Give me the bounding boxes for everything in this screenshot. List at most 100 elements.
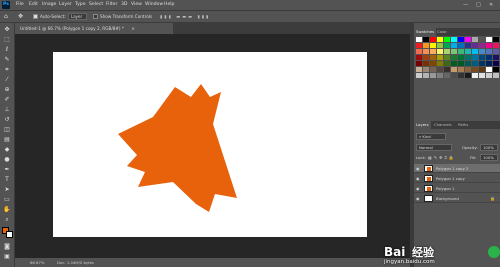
color-swatch[interactable] bbox=[458, 37, 464, 42]
document-tab[interactable]: Untitled-1 @ 66.7% (Polygon 1 copy 2, RG… bbox=[15, 23, 173, 34]
lasso-icon[interactable]: ℓ bbox=[3, 46, 11, 54]
color-swatch[interactable] bbox=[472, 49, 478, 54]
color-swatch[interactable] bbox=[458, 49, 464, 54]
tab-channels[interactable]: Channels bbox=[432, 121, 454, 129]
layer-row[interactable]: ◉ Polygon 1 bbox=[414, 184, 500, 193]
color-swatch[interactable] bbox=[430, 67, 436, 72]
menu-window[interactable]: Window bbox=[145, 0, 163, 10]
minimize-icon[interactable]: — bbox=[463, 0, 468, 10]
color-swatch[interactable] bbox=[444, 55, 450, 60]
color-swatch[interactable] bbox=[437, 61, 443, 66]
color-swatch[interactable] bbox=[493, 67, 499, 72]
eraser-icon[interactable]: ◫ bbox=[3, 126, 11, 134]
color-swatch[interactable] bbox=[430, 43, 436, 48]
blur-icon[interactable]: ◆ bbox=[3, 146, 11, 154]
color-swatch[interactable] bbox=[451, 37, 457, 42]
color-swatch[interactable] bbox=[451, 61, 457, 66]
color-swatch[interactable] bbox=[486, 67, 492, 72]
color-swatch[interactable] bbox=[493, 43, 499, 48]
menu-help[interactable]: Help bbox=[164, 0, 174, 10]
blend-mode-dropdown[interactable]: Normal bbox=[416, 144, 452, 151]
zoom-level[interactable]: 66.67% bbox=[30, 258, 44, 267]
color-swatch[interactable] bbox=[437, 43, 443, 48]
eye-icon[interactable]: ◉ bbox=[416, 186, 421, 191]
close-icon[interactable]: ✕ bbox=[489, 0, 493, 10]
color-swatch[interactable] bbox=[472, 37, 478, 42]
path-select-icon[interactable]: ➤ bbox=[3, 186, 11, 194]
color-swatch[interactable] bbox=[479, 55, 485, 60]
pen-icon[interactable]: ✒ bbox=[3, 166, 11, 174]
color-swatch[interactable] bbox=[458, 67, 464, 72]
menu-image[interactable]: Image bbox=[42, 0, 56, 10]
lock-icons[interactable]: ▦✎✥⌗🔒 bbox=[428, 154, 456, 161]
color-swatch[interactable] bbox=[451, 67, 457, 72]
doc-info[interactable]: Doc: 1.04M/0 bytes bbox=[57, 258, 94, 267]
color-swatch[interactable] bbox=[465, 49, 471, 54]
color-swatch[interactable] bbox=[486, 73, 492, 78]
color-swatch[interactable] bbox=[472, 61, 478, 66]
color-swatch[interactable] bbox=[493, 73, 499, 78]
transform-controls-checkbox[interactable] bbox=[93, 14, 98, 19]
eye-icon[interactable]: ◉ bbox=[416, 176, 421, 181]
color-swatch[interactable] bbox=[451, 49, 457, 54]
color-swatch[interactable] bbox=[444, 37, 450, 42]
color-swatch[interactable] bbox=[416, 55, 422, 60]
color-swatch[interactable] bbox=[486, 49, 492, 54]
menu-edit[interactable]: Edit bbox=[29, 0, 38, 10]
color-swatch[interactable] bbox=[479, 67, 485, 72]
shape-icon[interactable]: ▭ bbox=[3, 196, 11, 204]
color-swatch[interactable] bbox=[479, 37, 485, 42]
color-swatch[interactable] bbox=[493, 55, 499, 60]
marquee-icon[interactable]: ⬚ bbox=[3, 36, 11, 44]
quick-mask-icon[interactable]: ◙ bbox=[3, 243, 11, 251]
screen-mode-icon[interactable]: ▣ bbox=[3, 253, 11, 261]
history-brush-icon[interactable]: ↺ bbox=[3, 116, 11, 124]
menu-select[interactable]: Select bbox=[89, 0, 103, 10]
opacity-input[interactable]: 100% bbox=[480, 144, 498, 151]
color-swatch[interactable] bbox=[465, 67, 471, 72]
color-swatch[interactable] bbox=[472, 67, 478, 72]
color-swatch[interactable] bbox=[493, 37, 499, 42]
color-swatch[interactable] bbox=[444, 43, 450, 48]
color-swatch[interactable] bbox=[416, 43, 422, 48]
color-swatch[interactable] bbox=[444, 49, 450, 54]
color-swatch[interactable] bbox=[479, 43, 485, 48]
color-swatch[interactable] bbox=[430, 37, 436, 42]
color-swatch[interactable] bbox=[423, 61, 429, 66]
tab-paths[interactable]: Paths bbox=[456, 121, 470, 129]
maximize-icon[interactable]: □ bbox=[476, 0, 481, 10]
color-swatch[interactable] bbox=[416, 37, 422, 42]
menu-type[interactable]: Type bbox=[75, 0, 86, 10]
color-swatch[interactable] bbox=[479, 49, 485, 54]
layer-row[interactable]: ◉ Background 🔒 bbox=[414, 194, 500, 203]
color-swatch[interactable] bbox=[458, 43, 464, 48]
zoom-icon[interactable]: ⌕ bbox=[3, 216, 11, 224]
move-tool-icon[interactable]: ✥ bbox=[18, 11, 23, 22]
color-swatch[interactable] bbox=[458, 61, 464, 66]
color-swatch[interactable] bbox=[479, 73, 485, 78]
color-swatch[interactable] bbox=[423, 43, 429, 48]
menu-view[interactable]: View bbox=[131, 0, 142, 10]
color-swatch[interactable] bbox=[451, 73, 457, 78]
brush-icon[interactable]: ✐ bbox=[3, 96, 11, 104]
color-swatch[interactable] bbox=[465, 55, 471, 60]
color-swatch[interactable] bbox=[465, 43, 471, 48]
color-swatch[interactable] bbox=[444, 67, 450, 72]
color-swatch[interactable] bbox=[472, 43, 478, 48]
auto-select-checkbox[interactable] bbox=[33, 14, 38, 19]
tab-layers[interactable]: Layers bbox=[414, 121, 431, 129]
color-swatch[interactable] bbox=[423, 37, 429, 42]
menu-layer[interactable]: Layer bbox=[59, 0, 72, 10]
background-color[interactable] bbox=[6, 231, 13, 238]
color-swatch[interactable] bbox=[493, 49, 499, 54]
menu-3d[interactable]: 3D bbox=[121, 0, 127, 10]
color-swatch[interactable] bbox=[416, 73, 422, 78]
color-swatch[interactable] bbox=[444, 61, 450, 66]
color-swatch[interactable] bbox=[437, 55, 443, 60]
color-swatch[interactable] bbox=[423, 55, 429, 60]
color-swatch[interactable] bbox=[430, 49, 436, 54]
document-canvas[interactable] bbox=[53, 52, 367, 237]
type-icon[interactable]: T bbox=[3, 176, 11, 184]
color-swatch[interactable] bbox=[493, 61, 499, 66]
color-swatch[interactable] bbox=[437, 37, 443, 42]
